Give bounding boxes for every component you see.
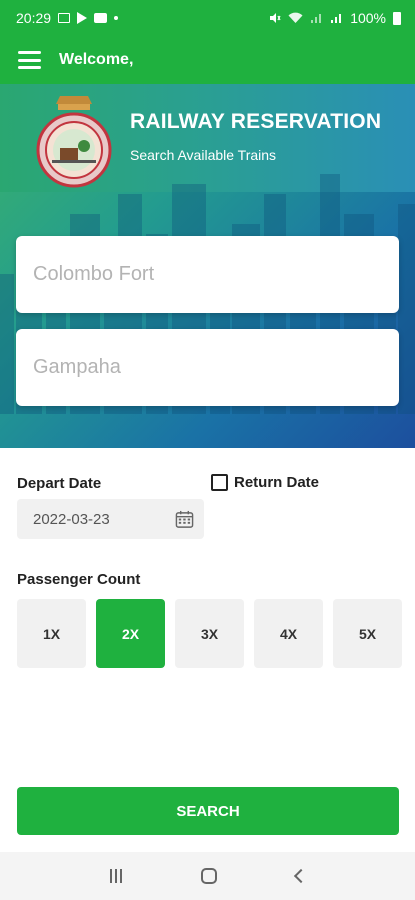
home-icon[interactable] bbox=[200, 868, 217, 884]
calendar-icon[interactable] bbox=[175, 510, 194, 529]
hero-subtitle: Search Available Trains bbox=[130, 147, 277, 163]
app-bar: Welcome, bbox=[0, 36, 415, 84]
return-date-checkbox[interactable] bbox=[211, 474, 228, 491]
menu-icon[interactable] bbox=[18, 51, 41, 69]
battery-icon bbox=[393, 11, 401, 25]
from-station-input[interactable] bbox=[33, 263, 399, 286]
hero-banner: RAILWAY RESERVATION Search Available Tra… bbox=[0, 84, 415, 448]
battery-level: 100% bbox=[350, 10, 386, 26]
dot-icon bbox=[114, 16, 119, 20]
mute-icon bbox=[270, 13, 281, 23]
passenger-count-options: 1X 2X 3X 4X 5X bbox=[17, 599, 402, 668]
search-button[interactable]: SEARCH bbox=[17, 787, 399, 835]
passenger-option-2x[interactable]: 2X bbox=[96, 599, 165, 668]
railway-logo bbox=[36, 96, 112, 188]
depart-date-field[interactable]: 2022-03-23 bbox=[17, 499, 204, 539]
return-date-label: Return Date bbox=[234, 474, 320, 491]
passenger-option-5x[interactable]: 5X bbox=[333, 599, 402, 668]
from-station-field[interactable] bbox=[16, 236, 399, 313]
to-station-input[interactable] bbox=[33, 356, 399, 379]
system-nav-bar bbox=[0, 852, 415, 900]
to-station-field[interactable] bbox=[16, 329, 399, 406]
passenger-option-1x[interactable]: 1X bbox=[17, 599, 86, 668]
welcome-text: Welcome, bbox=[59, 51, 134, 68]
wifi-icon bbox=[288, 12, 303, 23]
status-bar: 20:29 100% bbox=[0, 0, 415, 36]
status-time: 20:29 bbox=[16, 10, 52, 26]
passenger-option-3x[interactable]: 3X bbox=[175, 599, 244, 668]
image-icon bbox=[58, 13, 71, 23]
back-icon[interactable] bbox=[293, 868, 308, 884]
passenger-count-label: Passenger Count bbox=[17, 571, 141, 588]
play-icon bbox=[77, 12, 88, 24]
signal-icon bbox=[331, 14, 342, 23]
recents-icon[interactable] bbox=[109, 869, 122, 883]
return-date-toggle[interactable]: Return Date bbox=[211, 474, 319, 491]
depart-date-value: 2022-03-23 bbox=[33, 510, 110, 528]
signal-icon bbox=[311, 14, 322, 23]
depart-date-label: Depart Date bbox=[17, 475, 102, 492]
status-left: 20:29 bbox=[16, 10, 119, 26]
hero-title: RAILWAY RESERVATION bbox=[130, 110, 382, 133]
passenger-option-4x[interactable]: 4X bbox=[254, 599, 323, 668]
status-right: 100% bbox=[269, 10, 401, 26]
message-icon bbox=[94, 13, 108, 23]
